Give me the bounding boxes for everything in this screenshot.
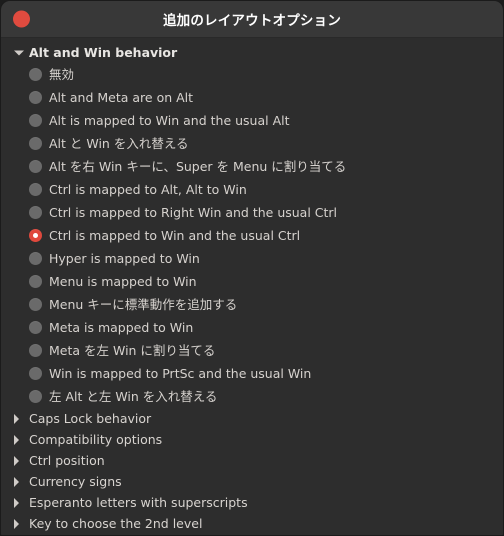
triangle-right-icon[interactable] [13,408,25,429]
radio-button-icon[interactable] [29,183,42,196]
radio-button-icon[interactable] [29,367,42,380]
tree-group-row[interactable]: Compatibility options [1,429,503,450]
radio-option-label: Alt を右 Win キーに、Super を Menu に割り当てる [49,159,347,174]
tree-group-label: Compatibility options [29,432,163,447]
tree-group-label: Caps Lock behavior [29,411,152,426]
radio-option-label: Hyper is mapped to Win [49,251,200,266]
radio-option-row[interactable]: Alt is mapped to Win and the usual Alt [1,109,503,132]
triangle-right-icon[interactable] [13,429,25,450]
radio-button-icon[interactable] [29,137,42,150]
radio-option-label: Ctrl is mapped to Win and the usual Ctrl [49,228,301,243]
tree-group-label: Alt and Win behavior [29,45,178,60]
triangle-right-icon[interactable] [13,471,25,492]
options-tree-list: Alt and Win behavior 無効 Alt and Meta are o… [1,42,503,534]
tree-group-label: Ctrl position [29,453,105,468]
tree-group-row[interactable]: Currency signs [1,471,503,492]
radio-option-row[interactable]: Menu キーに標準動作を追加する [1,293,503,316]
tree-group-row[interactable]: Caps Lock behavior [1,408,503,429]
radio-option-label: Alt と Win を入れ替える [49,136,189,151]
radio-button-icon[interactable] [29,275,42,288]
tree-group: Currency signs [1,471,503,492]
radio-button-icon[interactable] [29,344,42,357]
tree-group: Ctrl position [1,450,503,471]
triangle-right-icon[interactable] [13,513,25,534]
radio-option-row[interactable]: Hyper is mapped to Win [1,247,503,270]
radio-button-icon[interactable] [29,160,42,173]
radio-button-icon[interactable] [29,68,42,81]
tree-group-label: Key to choose the 2nd level [29,516,203,531]
radio-option-label: Menu キーに標準動作を追加する [49,297,238,312]
radio-button-selected-icon[interactable] [29,229,42,242]
radio-button-icon[interactable] [29,114,42,127]
radio-option-label: Ctrl is mapped to Right Win and the usua… [49,205,338,220]
tree-group-row[interactable]: Esperanto letters with superscripts [1,492,503,513]
radio-option-row[interactable]: Ctrl is mapped to Right Win and the usua… [1,201,503,224]
triangle-right-icon[interactable] [13,450,25,471]
triangle-right-icon[interactable] [13,492,25,513]
radio-option-row[interactable]: Meta を左 Win に割り当てる [1,339,503,362]
radio-option-label: Alt is mapped to Win and the usual Alt [49,113,290,128]
tree-group: Caps Lock behavior [1,408,503,429]
window-titlebar: 追加のレイアウトオプション [1,1,503,38]
radio-option-row[interactable]: Ctrl is mapped to Alt, Alt to Win [1,178,503,201]
tree-group: Compatibility options [1,429,503,450]
radio-option-label: Meta を左 Win に割り当てる [49,343,216,358]
radio-button-icon[interactable] [29,298,42,311]
tree-group-options: 無効 Alt and Meta are on Alt Alt is mapped t… [1,63,503,408]
radio-button-icon[interactable] [29,390,42,403]
radio-option-row[interactable]: Ctrl is mapped to Win and the usual Ctrl [1,224,503,247]
tree-group-row[interactable]: Alt and Win behavior [1,42,503,63]
radio-option-row[interactable]: Alt と Win を入れ替える [1,132,503,155]
radio-option-label: Menu is mapped to Win [49,274,197,289]
radio-button-icon[interactable] [29,252,42,265]
radio-option-row[interactable]: Alt and Meta are on Alt [1,86,503,109]
close-icon[interactable] [13,10,30,28]
radio-option-label: Meta is mapped to Win [49,320,194,335]
radio-option-row[interactable]: 無効 [1,63,503,86]
radio-button-icon[interactable] [29,321,42,334]
tree-group-row[interactable]: Ctrl position [1,450,503,471]
radio-option-row[interactable]: Alt を右 Win キーに、Super を Menu に割り当てる [1,155,503,178]
radio-button-icon[interactable] [29,206,42,219]
additional-layout-options-window: 追加のレイアウトオプション Alt and Win behavior 無効 Alt … [0,0,504,536]
layout-options-tree: Alt and Win behavior 無効 Alt and Meta are o… [1,38,503,535]
triangle-down-icon[interactable] [13,42,25,63]
radio-option-label: 無効 [49,67,75,82]
radio-option-row[interactable]: Menu is mapped to Win [1,270,503,293]
window-title: 追加のレイアウトオプション [162,13,342,29]
radio-option-row[interactable]: 左 Alt と左 Win を入れ替える [1,385,503,408]
radio-option-label: Alt and Meta are on Alt [49,90,194,105]
radio-option-label: 左 Alt と左 Win を入れ替える [49,389,218,404]
tree-group-row[interactable]: Key to choose the 2nd level [1,513,503,534]
tree-group: Key to choose the 2nd level [1,513,503,534]
radio-option-label: Ctrl is mapped to Alt, Alt to Win [49,182,247,197]
tree-group-label: Currency signs [29,474,122,489]
tree-group-label: Esperanto letters with superscripts [29,495,248,510]
radio-option-label: Win is mapped to PrtSc and the usual Win [49,366,312,381]
radio-option-row[interactable]: Win is mapped to PrtSc and the usual Win [1,362,503,385]
radio-option-row[interactable]: Meta is mapped to Win [1,316,503,339]
tree-group: Esperanto letters with superscripts [1,492,503,513]
radio-button-icon[interactable] [29,91,42,104]
tree-group: Alt and Win behavior 無効 Alt and Meta are o… [1,42,503,408]
